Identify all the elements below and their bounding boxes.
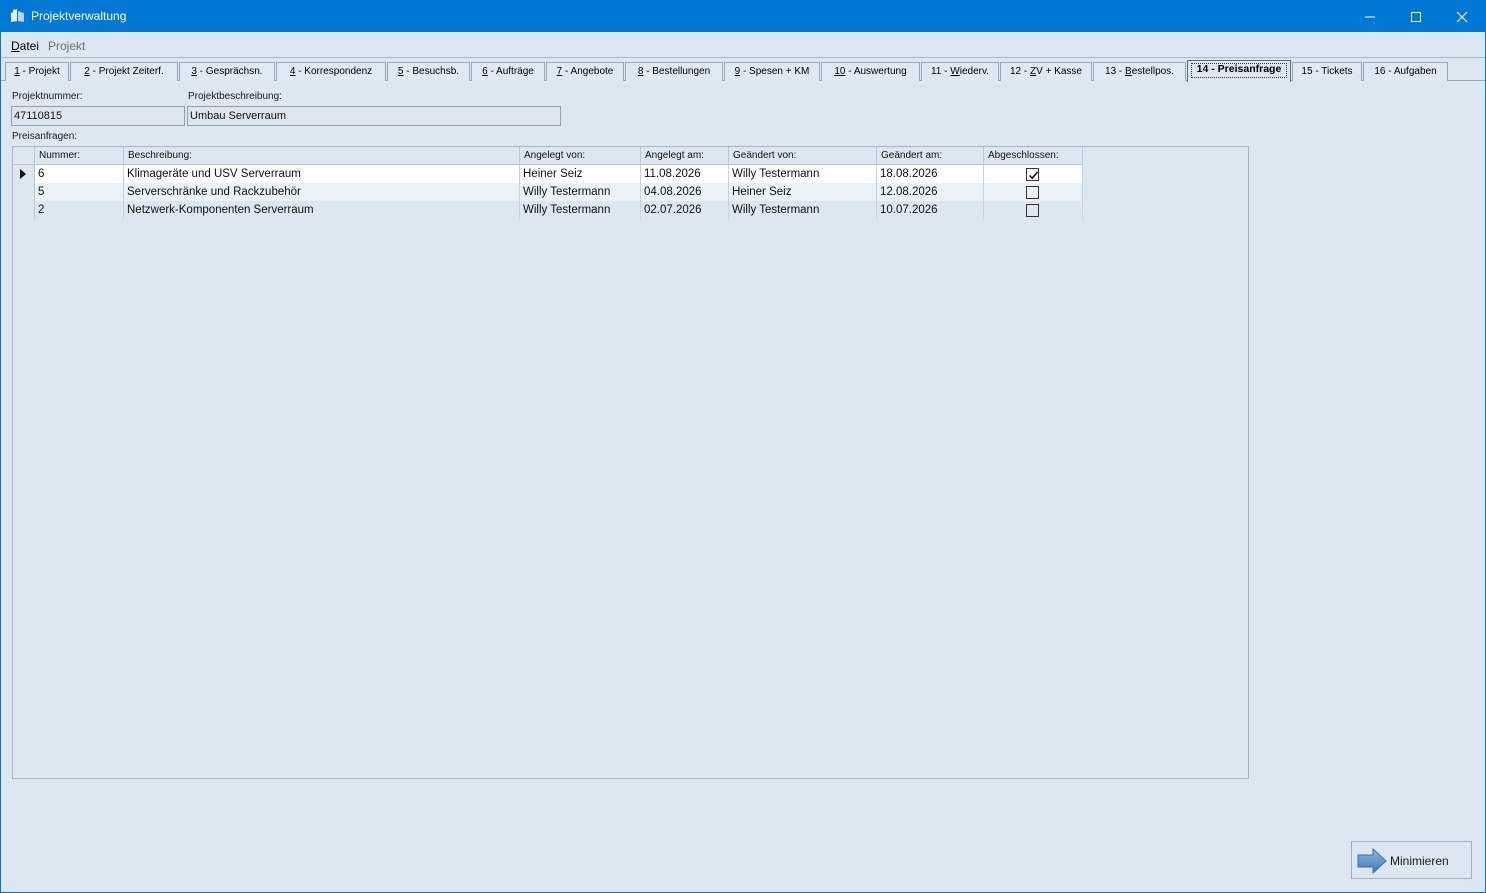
close-icon: [1456, 11, 1468, 23]
tab-auftraege[interactable]: 6 - Aufträge: [471, 62, 545, 81]
cell-geaendert-am[interactable]: 12.08.2026: [877, 183, 984, 201]
cell-geaendert-von[interactable]: Willy Testermann: [729, 201, 877, 219]
close-window-button[interactable]: [1439, 1, 1485, 32]
projektbeschreibung-field[interactable]: Umbau Serverraum: [187, 106, 561, 126]
menu-datei-accesskey: D: [11, 39, 20, 53]
tab-besuchsb[interactable]: 5 - Besuchsb.: [387, 62, 470, 81]
cell-abgeschlossen: [984, 165, 1083, 183]
menu-datei-label: atei: [19, 39, 40, 53]
cell-angelegt-am[interactable]: 11.08.2026: [641, 165, 729, 183]
current-row-arrow-icon: [20, 169, 26, 179]
header-nummer[interactable]: Nummer:: [35, 147, 124, 165]
maximize-window-button[interactable]: [1393, 1, 1439, 32]
cell-nummer[interactable]: 6: [35, 165, 124, 183]
arrow-right-icon: [1357, 847, 1387, 875]
tab-auswertung[interactable]: 10 - Auswertung: [821, 62, 920, 81]
header-beschreibung[interactable]: Beschreibung:: [124, 147, 520, 165]
minimieren-button[interactable]: Minimieren: [1351, 841, 1472, 879]
cell-beschreibung[interactable]: Klimageräte und USV Serverraum: [124, 165, 520, 183]
header-abgeschlossen[interactable]: Abgeschlossen:: [984, 147, 1083, 165]
cell-geaendert-am[interactable]: 10.07.2026: [877, 201, 984, 219]
tab-preisanfrage[interactable]: 14 - Preisanfrage: [1187, 60, 1291, 82]
preisanfragen-grid[interactable]: Nummer: Beschreibung: Angelegt von: Ange…: [12, 146, 1249, 779]
abgeschlossen-checkbox[interactable]: [1026, 168, 1039, 181]
menu-projekt[interactable]: Projekt: [48, 39, 85, 53]
row-selector[interactable]: [13, 201, 35, 219]
cell-beschreibung[interactable]: Serverschränke und Rackzubehör: [124, 183, 520, 201]
tab-aufgaben[interactable]: 16 - Aufgaben: [1363, 62, 1448, 81]
menu-datei[interactable]: Datei: [11, 39, 39, 53]
row-selector[interactable]: [13, 165, 35, 183]
cell-beschreibung[interactable]: Netzwerk-Komponenten Serverraum: [124, 201, 520, 219]
cell-geaendert-von[interactable]: Willy Testermann: [729, 165, 877, 183]
abgeschlossen-checkbox[interactable]: [1026, 186, 1039, 199]
abgeschlossen-checkbox[interactable]: [1026, 204, 1039, 217]
tab-projekt[interactable]: 1 - Projekt: [5, 62, 69, 81]
cell-abgeschlossen: [984, 201, 1083, 219]
cell-angelegt-von[interactable]: Willy Testermann: [520, 183, 641, 201]
cell-angelegt-von[interactable]: Heiner Seiz: [520, 165, 641, 183]
projektnummer-field[interactable]: 47110815: [11, 106, 185, 126]
tab-wiederv[interactable]: 11 - Wiederv.: [921, 62, 999, 81]
cell-angelegt-von[interactable]: Willy Testermann: [520, 201, 641, 219]
minimize-window-button[interactable]: [1347, 1, 1393, 32]
header-geaendert-am[interactable]: Geändert am:: [877, 147, 984, 165]
tab-bestellpos[interactable]: 13 - Bestellpos.: [1093, 62, 1186, 81]
app-window: Projektverwaltung Datei Projekt 1 - Proj…: [0, 0, 1486, 893]
header-geaendert-von[interactable]: Geändert von:: [729, 147, 877, 165]
tab-projekt-zeiterf[interactable]: 2 - Projekt Zeiterf.: [70, 62, 178, 81]
tab-zv-kasse[interactable]: 12 - ZV + Kasse: [1000, 62, 1092, 81]
menu-bar: Datei Projekt: [1, 32, 1485, 58]
minimize-icon: [1365, 16, 1375, 18]
app-logo-icon: [11, 9, 24, 22]
window-title: Projektverwaltung: [31, 9, 127, 23]
row-selector[interactable]: [13, 183, 35, 201]
title-bar[interactable]: Projektverwaltung: [1, 1, 1485, 32]
cell-nummer[interactable]: 2: [35, 201, 124, 219]
cell-abgeschlossen: [984, 183, 1083, 201]
cell-angelegt-am[interactable]: 02.07.2026: [641, 201, 729, 219]
projektnummer-label: Projektnummer:: [12, 91, 83, 102]
tab-tickets[interactable]: 15 - Tickets: [1292, 62, 1362, 81]
tab-spesen-km[interactable]: 9 - Spesen + KM: [724, 62, 820, 81]
header-corner: [13, 147, 35, 165]
preisanfragen-label: Preisanfragen:: [12, 131, 78, 142]
tab-angebote[interactable]: 7 - Angebote: [546, 62, 624, 81]
cell-nummer[interactable]: 5: [35, 183, 124, 201]
minimieren-label: Minimieren: [1390, 854, 1449, 868]
cell-geaendert-von[interactable]: Heiner Seiz: [729, 183, 877, 201]
tab-gespraechsn[interactable]: 3 - Gesprächsn.: [179, 62, 275, 81]
tab-bestellungen[interactable]: 8 - Bestellungen: [625, 62, 723, 81]
cell-geaendert-am[interactable]: 18.08.2026: [877, 165, 984, 183]
tab-focus-ring: [1191, 63, 1287, 78]
tab-korrespondenz[interactable]: 4 - Korrespondenz: [276, 62, 386, 81]
cell-angelegt-am[interactable]: 04.08.2026: [641, 183, 729, 201]
header-angelegt-von[interactable]: Angelegt von:: [520, 147, 641, 165]
tab-strip: 1 - Projekt 2 - Projekt Zeiterf. 3 - Ges…: [1, 60, 1485, 82]
checkmark-icon: [1028, 171, 1039, 180]
maximize-icon: [1411, 12, 1421, 22]
projektbeschreibung-label: Projektbeschreibung:: [188, 91, 282, 102]
header-angelegt-am[interactable]: Angelegt am:: [641, 147, 729, 165]
